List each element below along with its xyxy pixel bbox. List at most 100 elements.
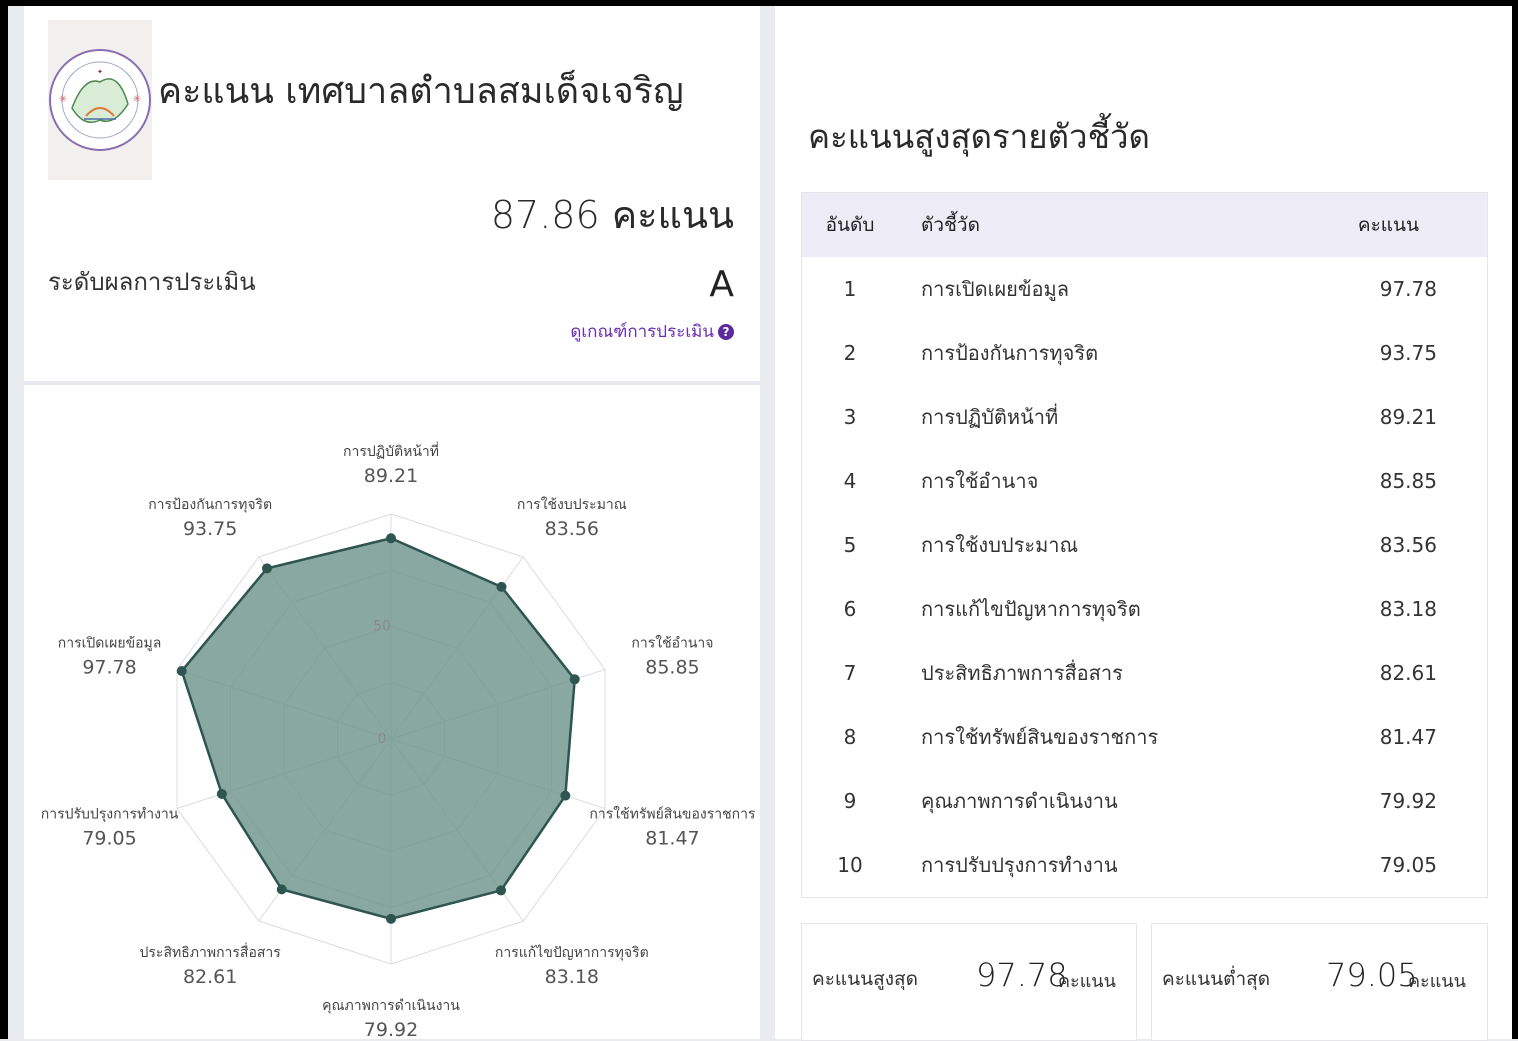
total-score: 87.86 คะแนน <box>490 193 734 237</box>
radar-point <box>176 666 187 677</box>
table-row: 7 ประสิทธิภาพการสื่อสาร 82.61 <box>802 641 1487 705</box>
radar-value-label: 93.75 <box>183 518 237 540</box>
row-score: 83.18 <box>1379 597 1437 621</box>
radar-value-label: 79.92 <box>364 1019 418 1039</box>
view-criteria-link[interactable]: ดูเกณฑ์การประเมิน? <box>570 318 734 345</box>
municipality-seal-logo: ✦ ✳ ✳ <box>48 20 152 180</box>
svg-text:✳: ✳ <box>59 94 67 105</box>
row-rank: 8 <box>843 725 857 749</box>
radar-value-label: 85.85 <box>645 656 699 678</box>
row-indicator: การเปิดเผยข้อมูล <box>921 277 1069 301</box>
svg-text:✦: ✦ <box>97 68 103 76</box>
row-rank: 7 <box>843 661 857 685</box>
row-rank: 10 <box>837 853 863 877</box>
svg-text:✳: ✳ <box>133 94 141 105</box>
row-score: 89.21 <box>1379 405 1437 429</box>
row-rank: 1 <box>843 277 857 301</box>
table-row: 9 คุณภาพการดำเนินงาน 79.92 <box>802 769 1487 833</box>
radar-point <box>496 885 507 896</box>
row-indicator: คุณภาพการดำเนินงาน <box>921 789 1118 813</box>
table-header: อันดับ ตัวชี้วัด คะแนน <box>802 193 1487 257</box>
top-indicators-title: คะแนนสูงสุดรายตัวชี้วัด <box>808 117 1150 156</box>
table-row: 6 การแก้ไขปัญหาการทุจริต 83.18 <box>802 577 1487 641</box>
radar-point <box>560 790 571 801</box>
table-row: 4 การใช้อำนาจ 85.85 <box>802 449 1487 513</box>
radar-axis-label: การปฏิบัติหน้าที่ <box>343 442 439 460</box>
radar-value-label: 79.05 <box>82 828 136 850</box>
window-frame-right <box>1512 0 1518 1039</box>
radar-point <box>386 913 396 924</box>
row-score: 81.47 <box>1379 725 1437 749</box>
row-indicator: การปฏิบัติหน้าที่ <box>921 405 1059 429</box>
table-row: 3 การปฏิบัติหน้าที่ 89.21 <box>802 385 1487 449</box>
radar-value-label: 82.61 <box>183 966 237 988</box>
radar-point <box>496 581 507 592</box>
max-score-unit: คะแนน <box>1058 971 1116 992</box>
header-rank: อันดับ <box>825 214 875 236</box>
row-indicator: ประสิทธิภาพการสื่อสาร <box>921 661 1123 685</box>
min-score-unit: คะแนน <box>1408 971 1466 992</box>
radar-value-label: 83.18 <box>545 966 599 988</box>
evaluation-level-label: ระดับผลการประเมิน <box>48 268 256 296</box>
radar-point <box>216 788 227 799</box>
radar-point <box>262 563 273 574</box>
row-rank: 9 <box>843 789 857 813</box>
radar-data-area <box>180 536 576 921</box>
max-score-card: คะแนนสูงสุด 97.78 คะแนน <box>801 923 1137 1041</box>
radar-value-label: 89.21 <box>364 465 418 487</box>
row-score: 79.05 <box>1379 853 1437 877</box>
window-frame-left <box>0 0 8 1039</box>
radar-tick-label: 50 <box>373 619 391 635</box>
radar-value-label: 97.78 <box>82 656 136 678</box>
radar-axis-label: ประสิทธิภาพการสื่อสาร <box>140 943 282 961</box>
radar-axis-label: การใช้อำนาจ <box>631 634 713 651</box>
radar-point <box>276 884 287 895</box>
min-score-card: คะแนนต่ำสุด 79.05 คะแนน <box>1151 923 1488 1041</box>
min-score-value: 79.05 <box>1326 956 1418 994</box>
radar-point <box>569 674 580 685</box>
radar-axis-label: การใช้ทรัพย์สินของราชการ <box>589 806 756 823</box>
row-indicator: การใช้อำนาจ <box>921 469 1039 493</box>
criteria-link-text: ดูเกณฑ์การประเมิน <box>570 322 714 342</box>
grade-value: A <box>709 264 734 305</box>
header-score: คะแนน <box>1357 214 1419 236</box>
organization-title: คะแนน เทศบาลตำบลสมเด็จเจริญ <box>158 71 684 112</box>
radar-value-label: 81.47 <box>645 828 699 850</box>
radar-point <box>386 533 396 544</box>
row-rank: 6 <box>843 597 857 621</box>
max-score-value: 97.78 <box>976 956 1068 994</box>
row-indicator: การปรับปรุงการทำงาน <box>921 853 1118 877</box>
radar-tick-label: 0 <box>378 731 387 747</box>
row-rank: 4 <box>843 469 857 493</box>
radar-axis-label: การใช้งบประมาณ <box>517 496 627 513</box>
row-indicator: การแก้ไขปัญหาการทุจริต <box>921 597 1141 621</box>
radar-axis-label: การแก้ไขปัญหาการทุจริต <box>495 944 649 961</box>
header-indicator: ตัวชี้วัด <box>921 214 980 236</box>
radar-axis-label: การเปิดเผยข้อมูล <box>58 635 162 651</box>
min-score-label: คะแนนต่ำสุด <box>1162 968 1271 990</box>
radar-axis-label: การป้องกันการทุจริต <box>148 497 272 513</box>
row-indicator: การใช้ทรัพย์สินของราชการ <box>921 725 1159 749</box>
row-score: 85.85 <box>1379 469 1437 493</box>
row-indicator: การใช้งบประมาณ <box>921 533 1079 557</box>
row-rank: 5 <box>843 533 857 557</box>
question-circle-icon[interactable]: ? <box>718 324 734 340</box>
row-rank: 3 <box>843 405 857 429</box>
max-score-label: คะแนนสูงสุด <box>812 968 918 990</box>
table-row: 1 การเปิดเผยข้อมูล 97.78 <box>802 257 1487 321</box>
row-indicator: การป้องกันการทุจริต <box>921 341 1099 365</box>
table-row: 5 การใช้งบประมาณ 83.56 <box>802 513 1487 577</box>
radar-chart: 0 50 การปฏิบัติหน้าที่ 89.21 การใช้งบประมาณ 8… <box>41 442 756 1039</box>
row-score: 82.61 <box>1379 661 1437 685</box>
row-score: 83.56 <box>1379 533 1437 557</box>
table-row: 10 การปรับปรุงการทำงาน 79.05 <box>802 833 1487 897</box>
radar-value-label: 83.56 <box>545 518 599 540</box>
table-row: 8 การใช้ทรัพย์สินของราชการ 81.47 <box>802 705 1487 769</box>
row-score: 97.78 <box>1379 277 1437 301</box>
table-row: 2 การป้องกันการทุจริต 93.75 <box>802 321 1487 385</box>
indicator-table: อันดับ ตัวชี้วัด คะแนน 1 การเปิดเผยข้อมู… <box>801 192 1488 898</box>
row-rank: 2 <box>843 341 857 365</box>
radar-axis-label: คุณภาพการดำเนินงาน <box>322 998 460 1014</box>
radar-axis-label: การปรับปรุงการทำงาน <box>41 807 179 823</box>
row-score: 93.75 <box>1379 341 1437 365</box>
